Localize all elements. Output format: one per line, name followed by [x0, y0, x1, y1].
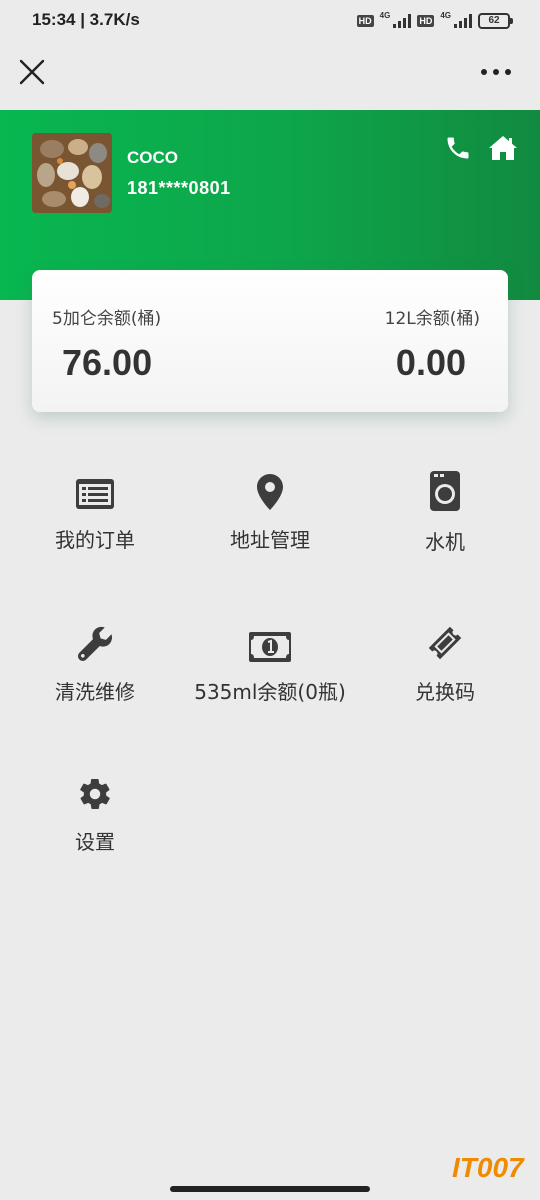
home-icon [489, 136, 517, 160]
title-bar [0, 42, 540, 110]
menu-item-settings[interactable]: 设置 [5, 768, 185, 888]
more-options-button[interactable] [478, 56, 514, 88]
money-bill-icon [249, 632, 291, 662]
balance-card: 5加仑余额(桶) 76.00 12L余额(桶) 0.00 [32, 270, 508, 412]
gallon-balance-label: 5加仑余额(桶) [52, 309, 162, 329]
gallon-balance-value: 76.00 [62, 342, 153, 383]
user-phone: 181****0801 [127, 178, 231, 198]
status-time-speed: 15:34 | 3.7K/s [32, 10, 140, 29]
gear-icon [80, 779, 110, 809]
status-icons: HD 4G HD 4G 62 [356, 9, 513, 33]
avatar-image [32, 133, 112, 213]
menu-item-my-orders[interactable]: 我的订单 [5, 466, 185, 586]
signal-icon [393, 14, 412, 28]
order-list-icon [76, 479, 114, 509]
ticket-icon [428, 626, 462, 660]
user-name: COCO [127, 148, 178, 167]
menu-label: 地址管理 [230, 528, 310, 552]
liter-balance-value: 0.00 [395, 342, 466, 383]
close-icon [19, 59, 45, 85]
menu-label: 清洗维修 [55, 680, 135, 704]
hd-badge: HD [417, 15, 435, 27]
more-dots-icon [481, 69, 511, 75]
location-pin-icon [257, 474, 283, 510]
network-type-label: 4G [440, 10, 451, 20]
menu-item-cleaning-repair[interactable]: 清洗维修 [5, 618, 185, 738]
menu-label: 我的订单 [55, 528, 135, 552]
menu-label: 水机 [425, 530, 465, 554]
close-button[interactable] [16, 56, 48, 88]
signal-icon [454, 14, 472, 28]
avatar[interactable] [32, 133, 112, 213]
water-machine-icon [430, 471, 460, 511]
wrench-icon [77, 626, 113, 661]
phone-icon [447, 137, 469, 159]
menu-label: 535ml余额(0瓶) [194, 680, 346, 704]
menu-label: 兑换码 [415, 680, 475, 704]
network-type-label: 4G [379, 10, 391, 20]
watermark-logo: IT007 [452, 1152, 524, 1183]
liter-balance-label: 12L余额(桶) [384, 309, 480, 329]
menu-item-address-management[interactable]: 地址管理 [180, 466, 360, 586]
menu-label: 设置 [75, 830, 115, 854]
menu-item-535ml-balance[interactable]: 535ml余额(0瓶) [180, 618, 360, 738]
status-bar: 15:34 | 3.7K/s HD 4G HD 4G 62 [0, 0, 540, 42]
menu-item-water-machine[interactable]: 水机 [355, 466, 535, 586]
menu-item-redeem-code[interactable]: 兑换码 [355, 618, 535, 738]
hd-badge: HD [356, 15, 374, 27]
battery-icon: 62 [478, 13, 513, 29]
call-button[interactable] [444, 134, 472, 162]
home-indicator[interactable] [170, 1186, 370, 1192]
home-button[interactable] [488, 134, 518, 162]
